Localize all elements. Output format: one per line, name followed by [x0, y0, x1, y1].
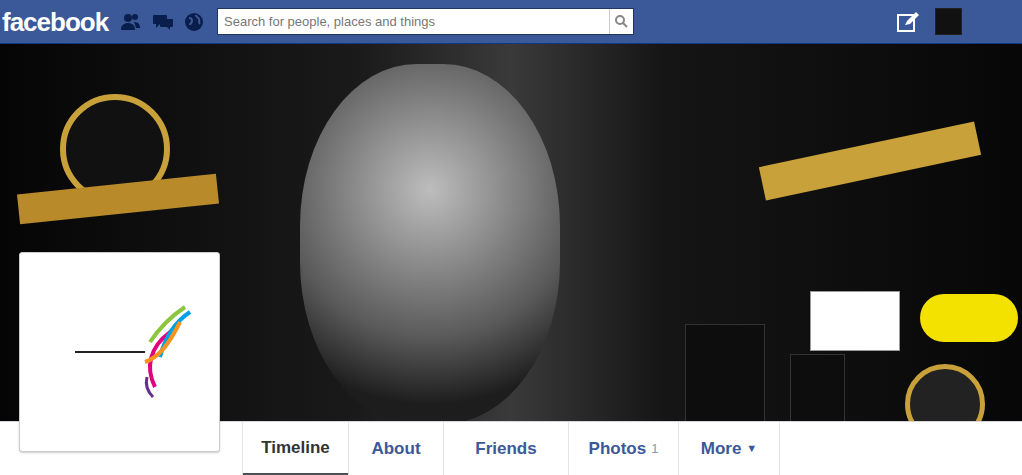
jewel-icons [114, 12, 217, 32]
profile-picture[interactable] [19, 252, 220, 452]
cover-ribbon-right [759, 122, 981, 201]
profile-tab[interactable]: Friends [443, 422, 568, 475]
tab-label: Timeline [261, 435, 330, 461]
profile-thumbnail[interactable] [935, 8, 962, 35]
cover-brand-oval [920, 294, 1018, 342]
header-right [896, 8, 962, 35]
cover-seal [905, 364, 985, 421]
tab-label: More [701, 436, 742, 462]
search-input[interactable] [218, 9, 609, 34]
messages-icon[interactable] [152, 13, 174, 31]
search-button[interactable] [609, 9, 633, 34]
notifications-globe-icon[interactable] [184, 12, 204, 32]
compose-icon[interactable] [896, 11, 920, 33]
timeline-tabs: TimelineAboutFriendsPhotos1More▼ [242, 422, 780, 475]
tab-label: About [371, 436, 420, 462]
friend-requests-icon[interactable] [120, 13, 142, 31]
profile-tab[interactable]: More▼ [678, 422, 779, 475]
magnifier-icon [615, 15, 628, 28]
profile-tab[interactable]: Photos1 [568, 422, 678, 475]
cover-brand-box [810, 291, 900, 351]
search-box [217, 8, 634, 35]
facebook-logo[interactable]: facebook [2, 9, 114, 35]
tab-label: Friends [475, 436, 536, 462]
cover-bottle-2 [790, 354, 845, 421]
dropdown-arrow-icon: ▼ [746, 440, 757, 457]
top-bar: facebook [0, 0, 1022, 44]
profile-tab[interactable]: Timeline [243, 422, 348, 475]
profile-tab[interactable]: About [348, 422, 443, 475]
cover-bottle-1 [685, 324, 765, 421]
tab-count: 1 [651, 439, 658, 459]
tab-label: Photos [589, 436, 647, 462]
phoenix-logo-icon [45, 297, 195, 407]
cover-figure [300, 64, 560, 421]
